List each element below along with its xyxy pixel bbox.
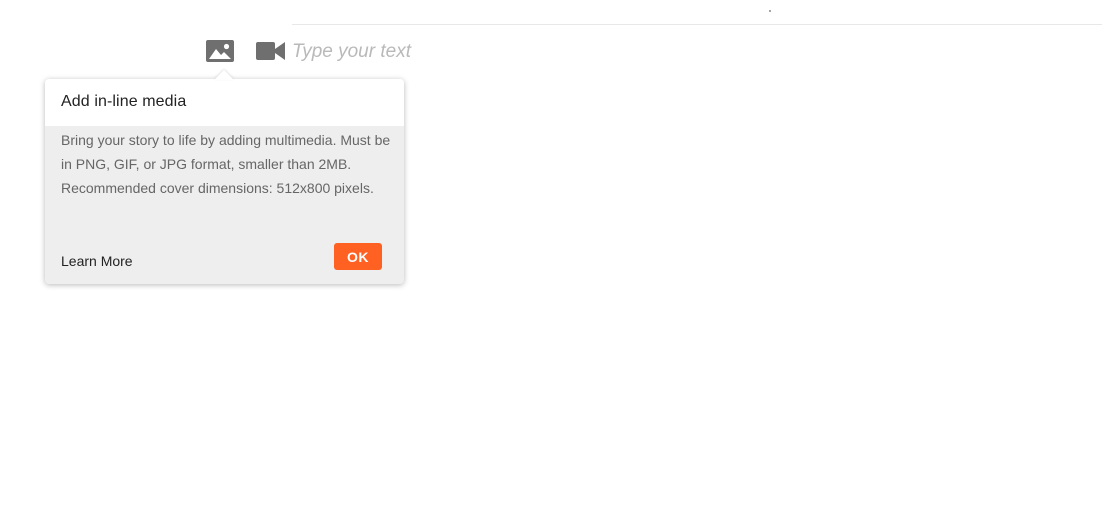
popover-description: Bring your story to life by adding multi…: [61, 132, 391, 196]
top-divider: [292, 24, 1102, 25]
inline-media-popover: Add in-line media Bring your story to li…: [45, 70, 404, 284]
image-icon[interactable]: [206, 40, 234, 62]
video-camera-icon[interactable]: [256, 41, 285, 61]
top-dot: [769, 10, 771, 12]
story-text-input[interactable]: [292, 38, 792, 66]
popover-title: Add in-line media: [61, 93, 187, 110]
popover-header: Add in-line media: [45, 79, 404, 126]
popover-arrow: [214, 70, 234, 80]
editor-page: Add in-line media Bring your story to li…: [0, 0, 1120, 512]
learn-more-link[interactable]: Learn More: [61, 253, 133, 269]
ok-button[interactable]: OK: [334, 243, 382, 270]
